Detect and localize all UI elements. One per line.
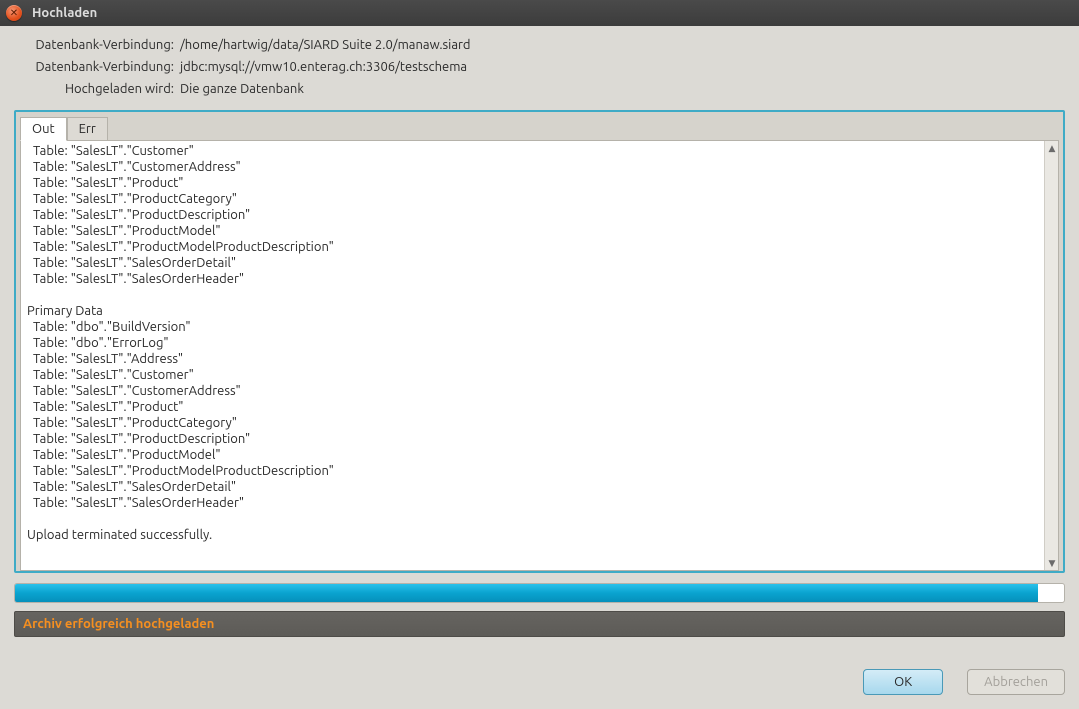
log-panel: Out Err Table: "SalesLT"."Customer" Tabl… [14, 110, 1065, 573]
scroll-down-icon[interactable]: ▼ [1045, 556, 1059, 570]
db-conn1-value: /home/hartwig/data/SIARD Suite 2.0/manaw… [180, 38, 1065, 52]
close-icon[interactable]: ✕ [6, 5, 22, 21]
content-area: Datenbank-Verbindung: /home/hartwig/data… [0, 26, 1079, 709]
scrollbar[interactable]: ▲ ▼ [1044, 141, 1058, 570]
info-grid: Datenbank-Verbindung: /home/hartwig/data… [14, 38, 1065, 96]
button-row: OK Abbrechen [14, 669, 1065, 695]
tab-err[interactable]: Err [67, 117, 108, 141]
tabs: Out Err [20, 116, 1059, 140]
progress-bar-fill [15, 584, 1038, 602]
window-title: Hochladen [32, 6, 97, 20]
log-body: Table: "SalesLT"."Customer" Table: "Sale… [20, 140, 1059, 571]
progress-bar-container [14, 583, 1065, 603]
ok-button[interactable]: OK [863, 669, 943, 695]
uploaded-value: Die ganze Datenbank [180, 82, 1065, 96]
tab-out[interactable]: Out [20, 117, 67, 141]
db-conn2-value: jdbc:mysql://vmw10.enterag.ch:3306/tests… [180, 60, 1065, 74]
uploaded-label: Hochgeladen wird: [14, 82, 174, 96]
status-bar: Archiv erfolgreich hochgeladen [14, 611, 1065, 637]
scroll-up-icon[interactable]: ▲ [1045, 141, 1059, 155]
db-conn1-label: Datenbank-Verbindung: [14, 38, 174, 52]
titlebar: ✕ Hochladen [0, 0, 1079, 26]
db-conn2-label: Datenbank-Verbindung: [14, 60, 174, 74]
log-output: Table: "SalesLT"."Customer" Table: "Sale… [21, 141, 1044, 570]
cancel-button: Abbrechen [967, 669, 1065, 695]
